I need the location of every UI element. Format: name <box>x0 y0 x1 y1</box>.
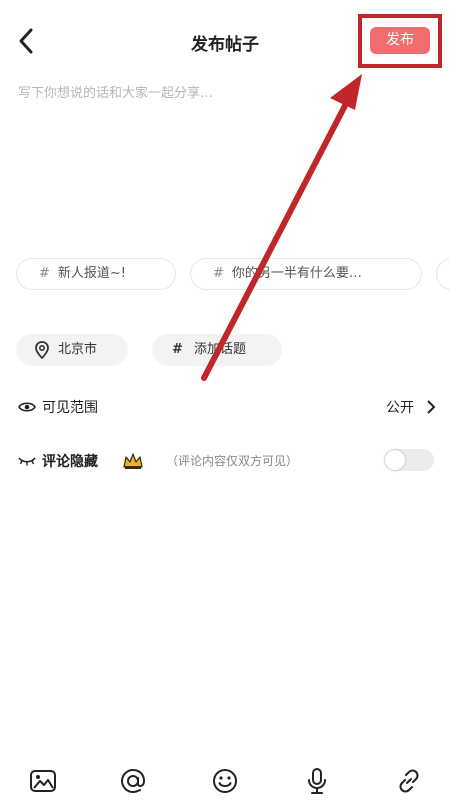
toggle-knob <box>385 450 405 470</box>
comment-hide-toggle[interactable] <box>384 449 434 471</box>
post-content-input[interactable] <box>18 82 428 232</box>
microphone-icon <box>308 768 326 794</box>
eye-icon <box>18 402 36 412</box>
suggested-topics-row: # 新人报道~! # 你的另一半有什么要… <box>16 258 450 292</box>
comment-hide-label: 评论隐藏 <box>42 454 98 470</box>
header-bar: 发布帖子 发布 <box>0 0 450 84</box>
visibility-value: 公开 <box>386 400 414 416</box>
chevron-right-icon <box>427 400 436 414</box>
hashtag-icon: # <box>172 342 183 357</box>
add-topic-chip[interactable]: # 添加话题 <box>152 334 282 366</box>
location-chip[interactable]: 北京市 <box>16 334 128 366</box>
comment-hide-row: 评论隐藏 （评论内容仅双方可见） <box>18 446 438 476</box>
emoji-icon <box>213 769 237 793</box>
visibility-label: 可见范围 <box>42 400 98 416</box>
bottom-toolbar <box>0 758 450 800</box>
closed-eye-icon <box>18 457 36 466</box>
comment-hide-hint: （评论内容仅双方可见） <box>166 454 299 468</box>
image-icon <box>30 770 56 792</box>
crown-icon <box>123 453 143 469</box>
visibility-row[interactable]: 可见范围 公开 <box>18 392 438 422</box>
voice-button[interactable] <box>302 766 332 796</box>
topic-suggestion[interactable]: # 新人报道~! <box>16 258 176 290</box>
annotation-highlight-box: 发布 <box>358 14 442 68</box>
link-icon <box>399 769 419 793</box>
hashtag-icon: # <box>39 266 50 281</box>
at-icon <box>120 768 146 794</box>
topic-suggestion[interactable]: # 你的另一半有什么要… <box>190 258 422 290</box>
mention-button[interactable] <box>118 766 148 796</box>
emoji-button[interactable] <box>210 766 240 796</box>
topic-suggestion[interactable] <box>436 258 450 290</box>
hashtag-icon: # <box>213 266 224 281</box>
publish-button[interactable]: 发布 <box>370 27 430 54</box>
link-button[interactable] <box>394 766 424 796</box>
location-pin-icon <box>35 341 49 359</box>
image-button[interactable] <box>28 766 58 796</box>
